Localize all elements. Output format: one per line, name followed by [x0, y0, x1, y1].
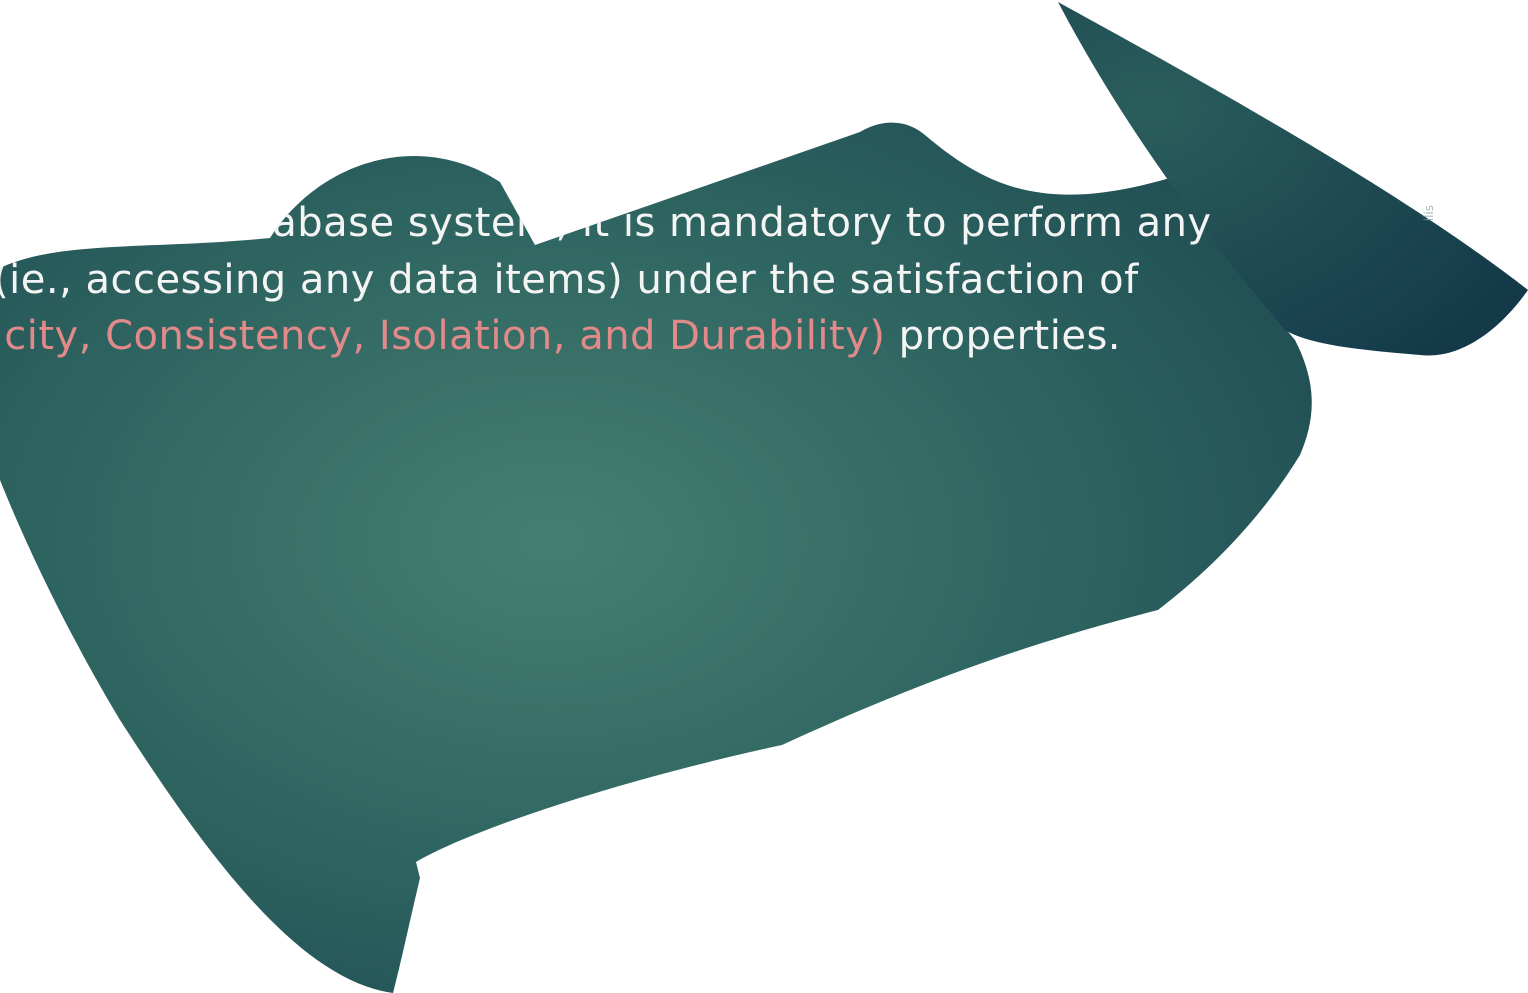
- main-slide-fragment: [0, 122, 1312, 993]
- screen: nized database system, it is mandatory t…: [0, 0, 1528, 993]
- side-watermark-tag: ilis: [1422, 205, 1436, 222]
- torn-slide-fragments: [0, 2, 1528, 993]
